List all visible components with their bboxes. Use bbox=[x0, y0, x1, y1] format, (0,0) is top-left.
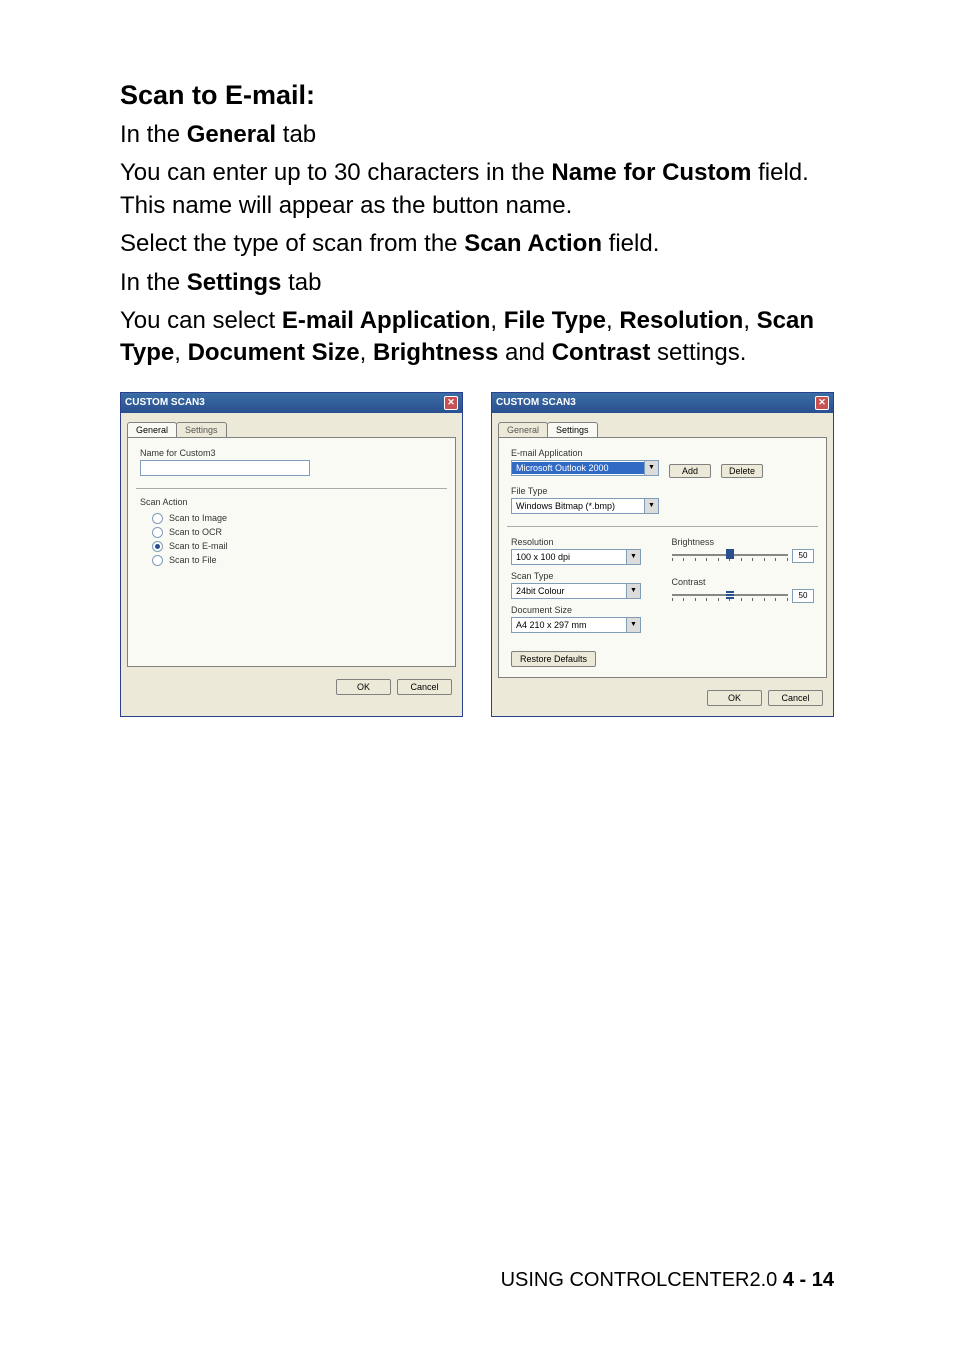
radio-icon bbox=[152, 555, 163, 566]
text: , bbox=[606, 307, 619, 334]
text-bold: Document Size bbox=[188, 339, 360, 366]
slider-thumb bbox=[726, 549, 734, 559]
document-size-dropdown[interactable]: A4 210 x 297 mm ▼ bbox=[511, 617, 641, 633]
radio-label: Scan to OCR bbox=[169, 527, 222, 537]
paragraph-settings-list: You can select E-mail Application, File … bbox=[120, 305, 834, 370]
text: Select the type of scan from the bbox=[120, 230, 464, 257]
delete-button[interactable]: Delete bbox=[721, 464, 763, 478]
brightness-slider[interactable] bbox=[672, 549, 789, 563]
paragraph-name-for-custom: You can enter up to 30 characters in the… bbox=[120, 157, 834, 222]
contrast-slider[interactable] bbox=[672, 589, 789, 603]
scan-type-dropdown[interactable]: 24bit Colour ▼ bbox=[511, 583, 641, 599]
chevron-down-icon: ▼ bbox=[644, 499, 658, 513]
chevron-down-icon: ▼ bbox=[644, 461, 658, 475]
radio-icon bbox=[152, 527, 163, 538]
radio-icon bbox=[152, 541, 163, 552]
divider bbox=[507, 526, 818, 527]
text: You can select bbox=[120, 307, 282, 334]
resolution-dropdown[interactable]: 100 x 100 dpi ▼ bbox=[511, 549, 641, 565]
titlebar: CUSTOM SCAN3 ✕ bbox=[492, 393, 833, 413]
radio-icon bbox=[152, 513, 163, 524]
text: field. bbox=[602, 230, 659, 257]
document-size-label: Document Size bbox=[511, 605, 654, 615]
contrast-label: Contrast bbox=[672, 577, 815, 587]
tab-general[interactable]: General bbox=[127, 422, 177, 437]
close-icon[interactable]: ✕ bbox=[444, 396, 458, 410]
chevron-down-icon: ▼ bbox=[626, 618, 640, 632]
scan-action-label: Scan Action bbox=[140, 497, 443, 507]
cancel-button[interactable]: Cancel bbox=[768, 690, 823, 706]
text: , bbox=[174, 339, 187, 366]
text: settings. bbox=[650, 339, 746, 366]
email-application-dropdown[interactable]: Microsoft Outlook 2000 ▼ bbox=[511, 460, 659, 476]
text-bold: File Type bbox=[504, 307, 606, 334]
section-heading: Scan to E-mail: bbox=[120, 80, 834, 111]
brightness-value: 50 bbox=[792, 549, 814, 563]
radio-scan-to-file[interactable]: Scan to File bbox=[152, 555, 443, 566]
contrast-value: 50 bbox=[792, 589, 814, 603]
text-bold: Name for Custom bbox=[551, 159, 751, 186]
paragraph-settings-tab: In the Settings tab bbox=[120, 267, 834, 299]
paragraph-general-tab: In the General tab bbox=[120, 119, 834, 151]
text: You can enter up to 30 characters in the bbox=[120, 159, 551, 186]
radio-label: Scan to Image bbox=[169, 513, 227, 523]
text: tab bbox=[276, 121, 316, 148]
radio-label: Scan to File bbox=[169, 555, 217, 565]
text-bold: Scan Action bbox=[464, 230, 602, 257]
dropdown-value: A4 210 x 297 mm bbox=[512, 619, 626, 631]
add-button[interactable]: Add bbox=[669, 464, 711, 478]
tab-general[interactable]: General bbox=[498, 422, 548, 437]
page-footer: USING CONTROLCENTER2.0 4 - 14 bbox=[501, 1269, 834, 1292]
chevron-down-icon: ▼ bbox=[626, 550, 640, 564]
tab-settings[interactable]: Settings bbox=[176, 422, 227, 437]
dialog-settings: CUSTOM SCAN3 ✕ General Settings E-mail A… bbox=[491, 392, 834, 717]
page-number: 4 - 14 bbox=[783, 1269, 834, 1291]
text: , bbox=[743, 307, 756, 334]
ok-button[interactable]: OK bbox=[707, 690, 762, 706]
text: In the bbox=[120, 269, 187, 296]
name-for-custom-label: Name for Custom3 bbox=[140, 448, 443, 458]
text-bold: Resolution bbox=[619, 307, 743, 334]
titlebar: CUSTOM SCAN3 ✕ bbox=[121, 393, 462, 413]
text-bold: Contrast bbox=[552, 339, 651, 366]
radio-scan-to-email[interactable]: Scan to E-mail bbox=[152, 541, 443, 552]
dialog-title: CUSTOM SCAN3 bbox=[125, 397, 205, 408]
dropdown-value: 24bit Colour bbox=[512, 585, 626, 597]
dialog-title: CUSTOM SCAN3 bbox=[496, 397, 576, 408]
name-for-custom-input[interactable] bbox=[140, 460, 310, 476]
paragraph-scan-action: Select the type of scan from the Scan Ac… bbox=[120, 228, 834, 260]
dropdown-value: 100 x 100 dpi bbox=[512, 551, 626, 563]
footer-text: USING CONTROLCENTER2.0 bbox=[501, 1269, 783, 1291]
brightness-label: Brightness bbox=[672, 537, 815, 547]
ok-button[interactable]: OK bbox=[336, 679, 391, 695]
email-application-label: E-mail Application bbox=[511, 448, 814, 458]
dialog-general: CUSTOM SCAN3 ✕ General Settings Name for… bbox=[120, 392, 463, 717]
text-bold: Brightness bbox=[373, 339, 498, 366]
text: tab bbox=[281, 269, 321, 296]
divider bbox=[136, 488, 447, 489]
file-type-dropdown[interactable]: Windows Bitmap (*.bmp) ▼ bbox=[511, 498, 659, 514]
restore-defaults-button[interactable]: Restore Defaults bbox=[511, 651, 596, 667]
close-icon[interactable]: ✕ bbox=[815, 396, 829, 410]
dropdown-value: Microsoft Outlook 2000 bbox=[512, 462, 644, 474]
file-type-label: File Type bbox=[511, 486, 814, 496]
text: , bbox=[360, 339, 373, 366]
chevron-down-icon: ▼ bbox=[626, 584, 640, 598]
text: and bbox=[498, 339, 551, 366]
radio-label: Scan to E-mail bbox=[169, 541, 228, 551]
slider-thumb bbox=[726, 588, 734, 602]
text: In the bbox=[120, 121, 187, 148]
text-bold: General bbox=[187, 121, 276, 148]
scan-type-label: Scan Type bbox=[511, 571, 654, 581]
resolution-label: Resolution bbox=[511, 537, 654, 547]
radio-scan-to-ocr[interactable]: Scan to OCR bbox=[152, 527, 443, 538]
text-bold: E-mail Application bbox=[282, 307, 490, 334]
radio-scan-to-image[interactable]: Scan to Image bbox=[152, 513, 443, 524]
text-bold: Settings bbox=[187, 269, 282, 296]
tab-settings[interactable]: Settings bbox=[547, 422, 598, 437]
text: , bbox=[490, 307, 503, 334]
dropdown-value: Windows Bitmap (*.bmp) bbox=[512, 500, 644, 512]
cancel-button[interactable]: Cancel bbox=[397, 679, 452, 695]
